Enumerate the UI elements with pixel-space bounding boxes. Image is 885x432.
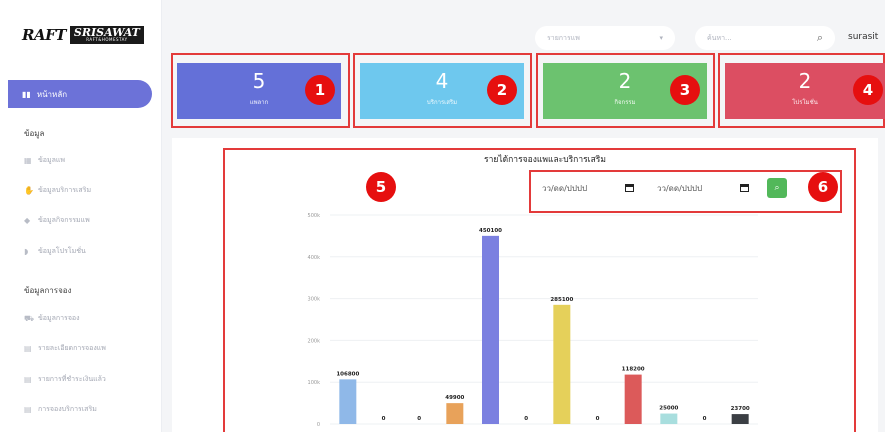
sidebar-item-dashboard[interactable]: ▮▮ หน้าหลัก	[8, 80, 152, 108]
sidebar-item-extra-service-booking[interactable]: ▤ การจองบริการเสริม	[24, 404, 97, 415]
list-icon: ▤	[24, 344, 32, 353]
promo-tag-icon: ◗	[24, 247, 29, 256]
sidebar-section-data: ข้อมูล	[24, 129, 45, 138]
y-tick-label: 200k	[308, 338, 321, 344]
annotation-badge-4: 4	[853, 75, 883, 105]
chart-bar[interactable]	[339, 379, 357, 424]
y-tick-label: 0	[317, 422, 320, 428]
chart-bar[interactable]	[660, 413, 678, 424]
data-label: 0	[417, 416, 421, 422]
raft-select[interactable]: รายการแพ ▾	[535, 26, 675, 50]
date-to-value: วว/ดด/ปปปป	[657, 183, 703, 193]
user-name[interactable]: surasit	[848, 32, 878, 42]
chart-bar[interactable]	[553, 304, 571, 424]
bar-chart-icon: ▮▮	[22, 89, 31, 99]
annotation-badge-5: 5	[366, 172, 396, 202]
date-from-value: วว/ดด/ปปปป	[542, 183, 588, 193]
data-label: 0	[524, 416, 528, 422]
sidebar-item-extra-service-data[interactable]: ✋ ข้อมูลบริการเสริม	[24, 185, 91, 196]
chart-bar[interactable]	[731, 414, 749, 424]
y-tick-label: 500k	[308, 213, 321, 219]
annotation-badge-1: 1	[305, 75, 335, 105]
sidebar-section-booking: ข้อมูลการจอง	[24, 286, 72, 295]
data-label: 0	[382, 416, 386, 422]
annotation-badge-3: 3	[670, 75, 700, 105]
data-label: 0	[596, 416, 600, 422]
list-icon: ▤	[24, 405, 32, 414]
chart-title: รายได้การจองแพและบริการเสริม	[484, 155, 606, 165]
sidebar-item-promotion-data[interactable]: ◗ ข้อมูลโปรโมชั่น	[24, 246, 86, 257]
annotation-badge-2: 2	[487, 75, 517, 105]
cart-icon: ⛟	[24, 313, 35, 323]
table-icon: ▦	[24, 156, 32, 165]
handshake-icon: ✋	[24, 186, 34, 195]
data-label: 106800	[336, 371, 359, 377]
logo[interactable]: RAFT SRISAWAT RAFT&HOMESTAY	[22, 22, 144, 48]
list-icon: ▤	[24, 375, 32, 384]
tag-icon: ◆	[24, 216, 31, 225]
sidebar-item-raft-booking-details[interactable]: ▤ รายละเอียดการจองแพ	[24, 343, 106, 354]
sidebar-item-paid-list[interactable]: ▤ รายการที่ชำระเงินแล้ว	[24, 374, 106, 385]
y-tick-label: 100k	[308, 380, 321, 386]
data-label: 23700	[731, 406, 750, 412]
sidebar-item-label: หน้าหลัก	[36, 89, 68, 99]
search-icon: ⌕	[774, 183, 780, 193]
date-to-input[interactable]: วว/ดด/ปปปป	[653, 178, 753, 198]
chart-bar[interactable]	[446, 403, 464, 424]
chart-bar[interactable]	[482, 235, 499, 424]
annotation-badge-6: 6	[808, 172, 838, 202]
data-label: 25000	[659, 406, 678, 412]
logo-brand: SRISAWAT RAFT&HOMESTAY	[69, 26, 144, 44]
sidebar-item-activity-data[interactable]: ◆ ข้อมูลกิจกรรมแพ	[24, 215, 90, 226]
data-label: 118200	[622, 367, 645, 373]
chevron-down-icon: ▾	[659, 34, 663, 42]
y-tick-label: 300k	[308, 297, 321, 303]
date-from-input[interactable]: วว/ดด/ปปปป	[538, 178, 638, 198]
data-label: 0	[703, 416, 707, 422]
calendar-icon[interactable]	[740, 184, 749, 192]
logo-raft-text: RAFT	[22, 26, 66, 44]
revenue-bar-chart: 0 100k 200k 300k 400k 500k 106800 0 0 49900 450100…	[308, 213, 758, 428]
chart-bar[interactable]	[624, 374, 642, 424]
data-label: 450100	[479, 228, 502, 234]
data-label: 49900	[445, 395, 464, 401]
date-search-button[interactable]: ⌕	[767, 178, 787, 198]
sidebar-item-booking-data[interactable]: ⛟ ข้อมูลการจอง	[24, 313, 80, 324]
y-tick-label: 400k	[308, 255, 321, 261]
raft-select-value: รายการแพ	[547, 33, 580, 42]
search-placeholder: ค้นหา...	[707, 33, 732, 42]
search-icon[interactable]: ⌕	[817, 31, 823, 45]
sidebar-item-raft-data[interactable]: ▦ ข้อมูลแพ	[24, 155, 65, 166]
search-input[interactable]: ค้นหา... ⌕	[695, 26, 835, 50]
data-label: 285100	[550, 297, 573, 303]
sidebar: RAFT SRISAWAT RAFT&HOMESTAY ▮▮ หน้าหลัก …	[0, 0, 162, 432]
calendar-icon[interactable]	[625, 184, 634, 192]
